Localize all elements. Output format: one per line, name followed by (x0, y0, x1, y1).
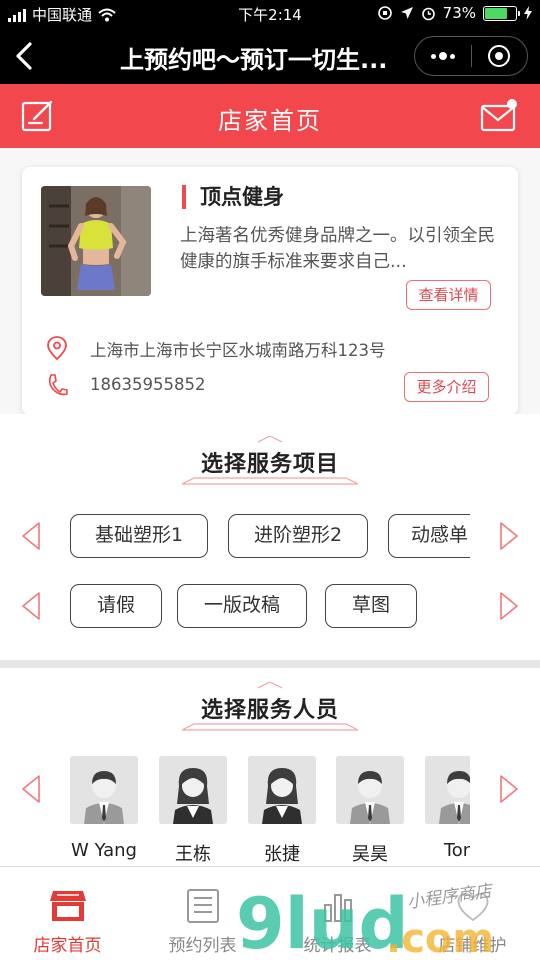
service-option[interactable]: 请假 (70, 584, 162, 628)
list-icon (187, 889, 219, 923)
staff-next-arrow-icon[interactable] (498, 774, 520, 804)
services-row-1: 基础塑形1 进阶塑形2 动感单 (70, 514, 470, 560)
shop-card: 顶点健身 上海著名优秀健身品牌之一。以引领全民健康的旗手标准来要求自己... 查… (22, 167, 518, 415)
alarm-icon (421, 7, 435, 20)
nav-title: 上预约吧～预订一切生... (120, 46, 388, 74)
staff-member[interactable]: W Yang (70, 756, 138, 861)
female-avatar-icon (248, 756, 316, 824)
view-details-button[interactable]: 查看详情 (406, 280, 491, 310)
staff-member[interactable]: 吴昊 (336, 756, 404, 866)
shop-description: 上海著名优秀健身品牌之一。以引领全民健康的旗手标准来要求自己... (180, 226, 495, 272)
mini-program-nav-bar: 上预约吧～预订一切生... (0, 28, 540, 84)
close-mini-program-button[interactable] (472, 37, 528, 75)
service-option[interactable]: 进阶塑形2 (228, 514, 368, 558)
battery-percent: 73% (442, 4, 476, 22)
male-avatar-icon (336, 756, 404, 824)
staff-prev-arrow-icon[interactable] (20, 774, 42, 804)
staff-member[interactable]: 王栋 (159, 756, 227, 866)
service-option[interactable]: 基础塑形1 (70, 514, 208, 558)
charging-icon (524, 6, 532, 20)
section-divider (0, 660, 540, 668)
shop-icon (50, 891, 86, 921)
shop-photo (41, 186, 151, 296)
staff-member[interactable]: Ton (425, 756, 470, 861)
mail-icon[interactable] (480, 98, 518, 134)
male-avatar-icon (425, 756, 470, 824)
male-avatar-icon (70, 756, 138, 824)
service-option[interactable]: 一版改稿 (177, 584, 307, 628)
capsule-menu (414, 36, 528, 76)
staff-member[interactable]: 张捷 (248, 756, 316, 866)
tab-shop-home[interactable]: 店家首页 (0, 867, 135, 960)
services-next-arrow-icon[interactable] (498, 591, 520, 621)
status-bar: 中国联通 下午2:14 73% (0, 0, 540, 28)
more-button[interactable] (415, 37, 471, 75)
staff-name: 张捷 (264, 844, 300, 865)
services-prev-arrow-icon[interactable] (20, 521, 42, 551)
services-row-2: 请假 一版改稿 草图 (70, 584, 470, 630)
service-option[interactable]: 草图 (325, 584, 417, 628)
phone-icon (48, 374, 68, 396)
staff-name: W Yang (71, 840, 137, 861)
location-pin-icon (47, 336, 67, 361)
tab-label: 店家首页 (33, 936, 102, 956)
staff-list: W Yang 王栋 张捷 吴昊 Ton (70, 756, 470, 866)
exit-circle-icon (488, 45, 511, 67)
staff-name: 王栋 (175, 844, 211, 865)
more-dots-icon (430, 52, 455, 60)
staff-title: 选择服务人员 (200, 698, 339, 723)
svg-text:.com: .com (386, 916, 494, 958)
services-title: 选择服务项目 (200, 452, 339, 477)
shop-address: 上海市上海市长宁区水城南路万科123号 (90, 341, 386, 360)
unread-dot (507, 99, 517, 109)
shop-name: 顶点健身 (182, 185, 284, 209)
svg-text:9lud: 9lud (236, 883, 409, 958)
more-intro-button[interactable]: 更多介绍 (404, 372, 489, 402)
female-avatar-icon (159, 756, 227, 824)
back-icon[interactable] (10, 38, 42, 74)
location-icon (400, 7, 413, 19)
page-title: 店家首页 (218, 107, 322, 135)
services-prev-arrow-icon[interactable] (20, 591, 42, 621)
battery-icon (483, 5, 520, 21)
watermark-logo: 9lud .com 小程序商店 (236, 881, 496, 958)
staff-name: 吴昊 (352, 844, 388, 865)
services-next-arrow-icon[interactable] (498, 521, 520, 551)
staff-name: Ton (443, 840, 470, 861)
page-header: 店家首页 (0, 84, 540, 148)
svg-text:小程序商店: 小程序商店 (406, 881, 496, 913)
shop-phone[interactable]: 18635955852 (90, 375, 205, 394)
service-option[interactable]: 动感单 (388, 514, 470, 558)
orientation-lock-icon (377, 6, 392, 20)
